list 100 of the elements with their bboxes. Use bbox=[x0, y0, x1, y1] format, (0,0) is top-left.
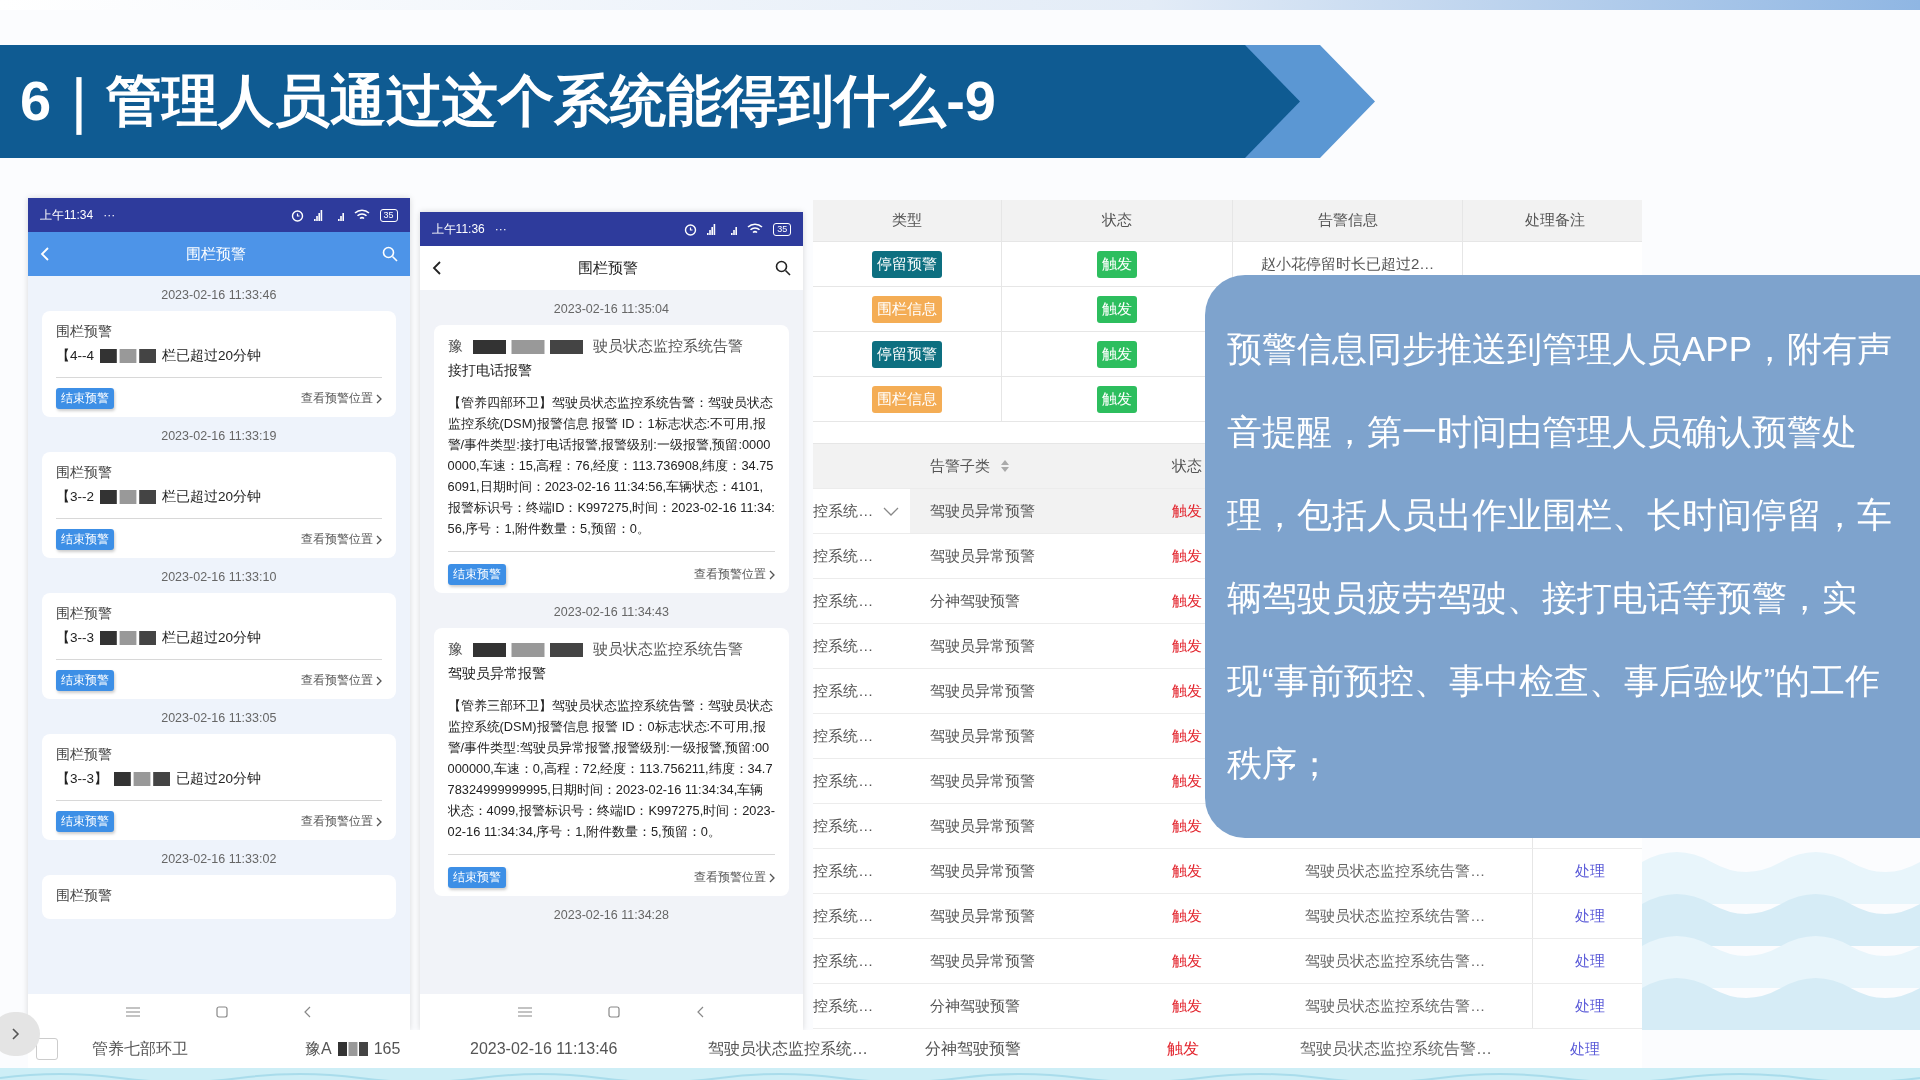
redacted-block bbox=[100, 630, 156, 646]
status-time: 上午11:34 bbox=[40, 206, 94, 224]
back-icon[interactable] bbox=[431, 260, 442, 276]
redacted-block bbox=[337, 1041, 368, 1057]
chevron-down-icon[interactable] bbox=[883, 506, 900, 516]
row-checkbox[interactable] bbox=[36, 1038, 58, 1060]
table-cell: 触发 bbox=[1172, 951, 1203, 971]
alert-text: 已超过20分钟 bbox=[176, 770, 262, 788]
chevron-right-icon bbox=[769, 872, 776, 883]
table-cell: 2023-02-16 11:13:46 bbox=[470, 1040, 618, 1058]
view-location-link[interactable]: 查看预警位置 bbox=[300, 532, 382, 547]
signal-icon bbox=[313, 209, 344, 221]
home-icon[interactable] bbox=[215, 1006, 228, 1018]
alarm-clock-icon bbox=[684, 222, 698, 236]
table-cell: 驾驶员状态监控系统告警… bbox=[1305, 906, 1486, 926]
chevron-right-icon bbox=[375, 675, 382, 686]
end-alert-button[interactable]: 结束预警 bbox=[447, 867, 506, 888]
column-header: 处理备注 bbox=[1524, 211, 1585, 230]
alert-text: 栏已超过20分钟 bbox=[162, 347, 262, 365]
table-cell: 驾驶员异常预警 bbox=[930, 681, 1036, 701]
table-cell: 驾驶员异常预警 bbox=[930, 501, 1036, 521]
table-cell-text: 驾驶员状态监控系统… bbox=[708, 1038, 868, 1059]
end-alert-button[interactable]: 结束预警 bbox=[56, 670, 114, 691]
battery-indicator: 35 bbox=[773, 222, 792, 236]
battery-indicator: 35 bbox=[379, 208, 398, 222]
table-cell: 触发 bbox=[1172, 591, 1203, 611]
search-icon[interactable] bbox=[775, 260, 792, 276]
process-link[interactable]: 处理 bbox=[1575, 996, 1606, 1016]
card-title: 驶员状态监控系统告警 bbox=[592, 337, 743, 356]
end-alert-button[interactable]: 结束预警 bbox=[56, 388, 114, 409]
status-tag: 触发 bbox=[1097, 295, 1138, 323]
view-location-link[interactable]: 查看预警位置 bbox=[300, 673, 382, 688]
date-label: 2023-02-16 11:33:02 bbox=[161, 852, 277, 866]
wifi-icon bbox=[747, 223, 764, 235]
alert-text: 【3--3】 bbox=[56, 770, 108, 788]
home-icon[interactable] bbox=[608, 1006, 621, 1018]
table-cell: 触发 bbox=[1172, 906, 1203, 926]
table-cell: 触发 bbox=[1172, 546, 1203, 566]
table-cell: 驾驶员状态监控系统告警… bbox=[1305, 951, 1486, 971]
table-cell: 触发 bbox=[1172, 726, 1203, 746]
table-cell: 控系统… bbox=[813, 546, 874, 566]
table-cell: 控系统… bbox=[813, 501, 874, 521]
type-tag: 围栏信息 bbox=[872, 385, 943, 413]
callout-text: 预警信息同步推送到管理人员APP，附有声音提醒，第一时间由管理人员确认预警处理，包括人员出作业围栏、长时间停留，车辆驾驶员疲劳驾驶、接打电话等预警，实现“事前预控、事中检查、事后验收”的工作秩序； bbox=[1227, 328, 1894, 785]
table-cell: 赵小花停留时长已超过2… bbox=[1261, 254, 1435, 274]
table-cell: 触发 bbox=[1172, 996, 1203, 1016]
view-location-link[interactable]: 查看预警位置 bbox=[300, 814, 382, 829]
alarm-details: 【管养三部环卫】驾驶员状态监控系统告警：驾驶员状态监控系统(DSM)报警信息 报警 ID：0标志状态:不可用,报警/事件类型:驾驶员异常报警,报警级别:一级报警,预留:00000000,车速：0,高程：72,经度：113.756211,纬度：34.778324999999995,日期时间：2023-02-16 11:34:34,车辆状态：4099,报警标识号：终端ID：K997275,时间：2023-02-16 11:34:34,序号：1,附件数量：5,预留：0。 bbox=[447, 695, 776, 855]
status-tag: 触发 bbox=[1097, 340, 1138, 368]
table-cell: 触发 bbox=[1172, 636, 1203, 656]
menu-icon[interactable] bbox=[125, 1007, 140, 1017]
sort-icon[interactable] bbox=[1000, 459, 1011, 473]
table-cell-text: 分神驾驶预警 bbox=[925, 1038, 1021, 1059]
table-cell: 控系统… bbox=[813, 951, 874, 971]
table-cell: 控系统… bbox=[813, 681, 874, 701]
column-header: 类型 bbox=[892, 211, 923, 230]
process-link[interactable]: 处理 bbox=[1575, 906, 1606, 926]
alarm-details: 【管养四部环卫】驾驶员状态监控系统告警：驾驶员状态监控系统(DSM)报警信息 报警 ID：1标志状态:不可用,报警/事件类型:接打电话报警,报警级别:一级报警,预留:00000000,车速：15,高程：76,经度：113.736908,纬度：34.756091,日期时间：2023-02-16 11:34:56,车辆状态：4101,报警标识号：终端ID：K997275,时间：2023-02-16 11:34:56,序号：1,附件数量：5,预留：0。 bbox=[447, 392, 776, 552]
alert-text: 【3--2 bbox=[56, 488, 94, 506]
table-cell: 驾驶员异常预警 bbox=[930, 636, 1036, 656]
table-cell-text: 管养七部环卫 bbox=[92, 1038, 188, 1059]
status-dots: ··· bbox=[103, 208, 116, 222]
table-cell: 触发 bbox=[1172, 681, 1203, 701]
view-location-link[interactable]: 查看预警位置 bbox=[694, 870, 776, 885]
column-header: 告警信息 bbox=[1317, 211, 1378, 230]
process-link[interactable]: 处理 bbox=[1569, 1039, 1600, 1059]
view-location-link[interactable]: 查看预警位置 bbox=[694, 567, 776, 582]
view-location-link[interactable]: 查看预警位置 bbox=[300, 391, 382, 406]
table-cell: 控系统… bbox=[813, 861, 874, 881]
end-alert-button[interactable]: 结束预警 bbox=[56, 529, 114, 550]
status-time: 上午11:36 bbox=[431, 220, 485, 238]
table-cell: 驾驶员异常预警 bbox=[930, 951, 1036, 971]
process-link[interactable]: 处理 bbox=[1575, 951, 1606, 971]
alert-text: 【3--3 bbox=[56, 629, 94, 647]
table-cell: 控系统… bbox=[813, 636, 874, 656]
chevron-right-icon bbox=[375, 816, 382, 827]
signal-icon bbox=[707, 223, 738, 235]
end-alert-button[interactable]: 结束预警 bbox=[447, 564, 506, 585]
process-link[interactable]: 处理 bbox=[1575, 861, 1606, 881]
column-header: 状态 bbox=[1102, 211, 1133, 230]
end-alert-button[interactable]: 结束预警 bbox=[56, 811, 114, 832]
table-cell: 控系统… bbox=[813, 726, 874, 746]
column-header: 告警子类 bbox=[930, 456, 991, 476]
table-cell: 驾驶员异常预警 bbox=[930, 906, 1036, 926]
table-cell: 触发 bbox=[1172, 816, 1203, 836]
card-title: 豫 bbox=[447, 337, 463, 356]
card-title: 围栏预警 bbox=[56, 605, 113, 623]
table-cell: 控系统… bbox=[813, 906, 874, 926]
alarm-clock-icon bbox=[290, 208, 304, 222]
type-tag: 围栏信息 bbox=[872, 295, 943, 323]
table-cell: 触发 bbox=[1172, 501, 1203, 521]
date-label: 2023-02-16 11:33:19 bbox=[161, 429, 277, 443]
header-title: 围栏预警 bbox=[185, 244, 246, 264]
table-cell: 驾驶员状态监控系统告警… bbox=[1305, 861, 1486, 881]
chevron-right-icon bbox=[375, 534, 382, 545]
table-cell: 驾驶员异常预警 bbox=[930, 726, 1036, 746]
expand-button[interactable] bbox=[0, 1012, 40, 1056]
menu-icon[interactable] bbox=[517, 1007, 532, 1017]
alert-text: 栏已超过20分钟 bbox=[162, 629, 262, 647]
type-tag: 停留预警 bbox=[872, 340, 943, 368]
